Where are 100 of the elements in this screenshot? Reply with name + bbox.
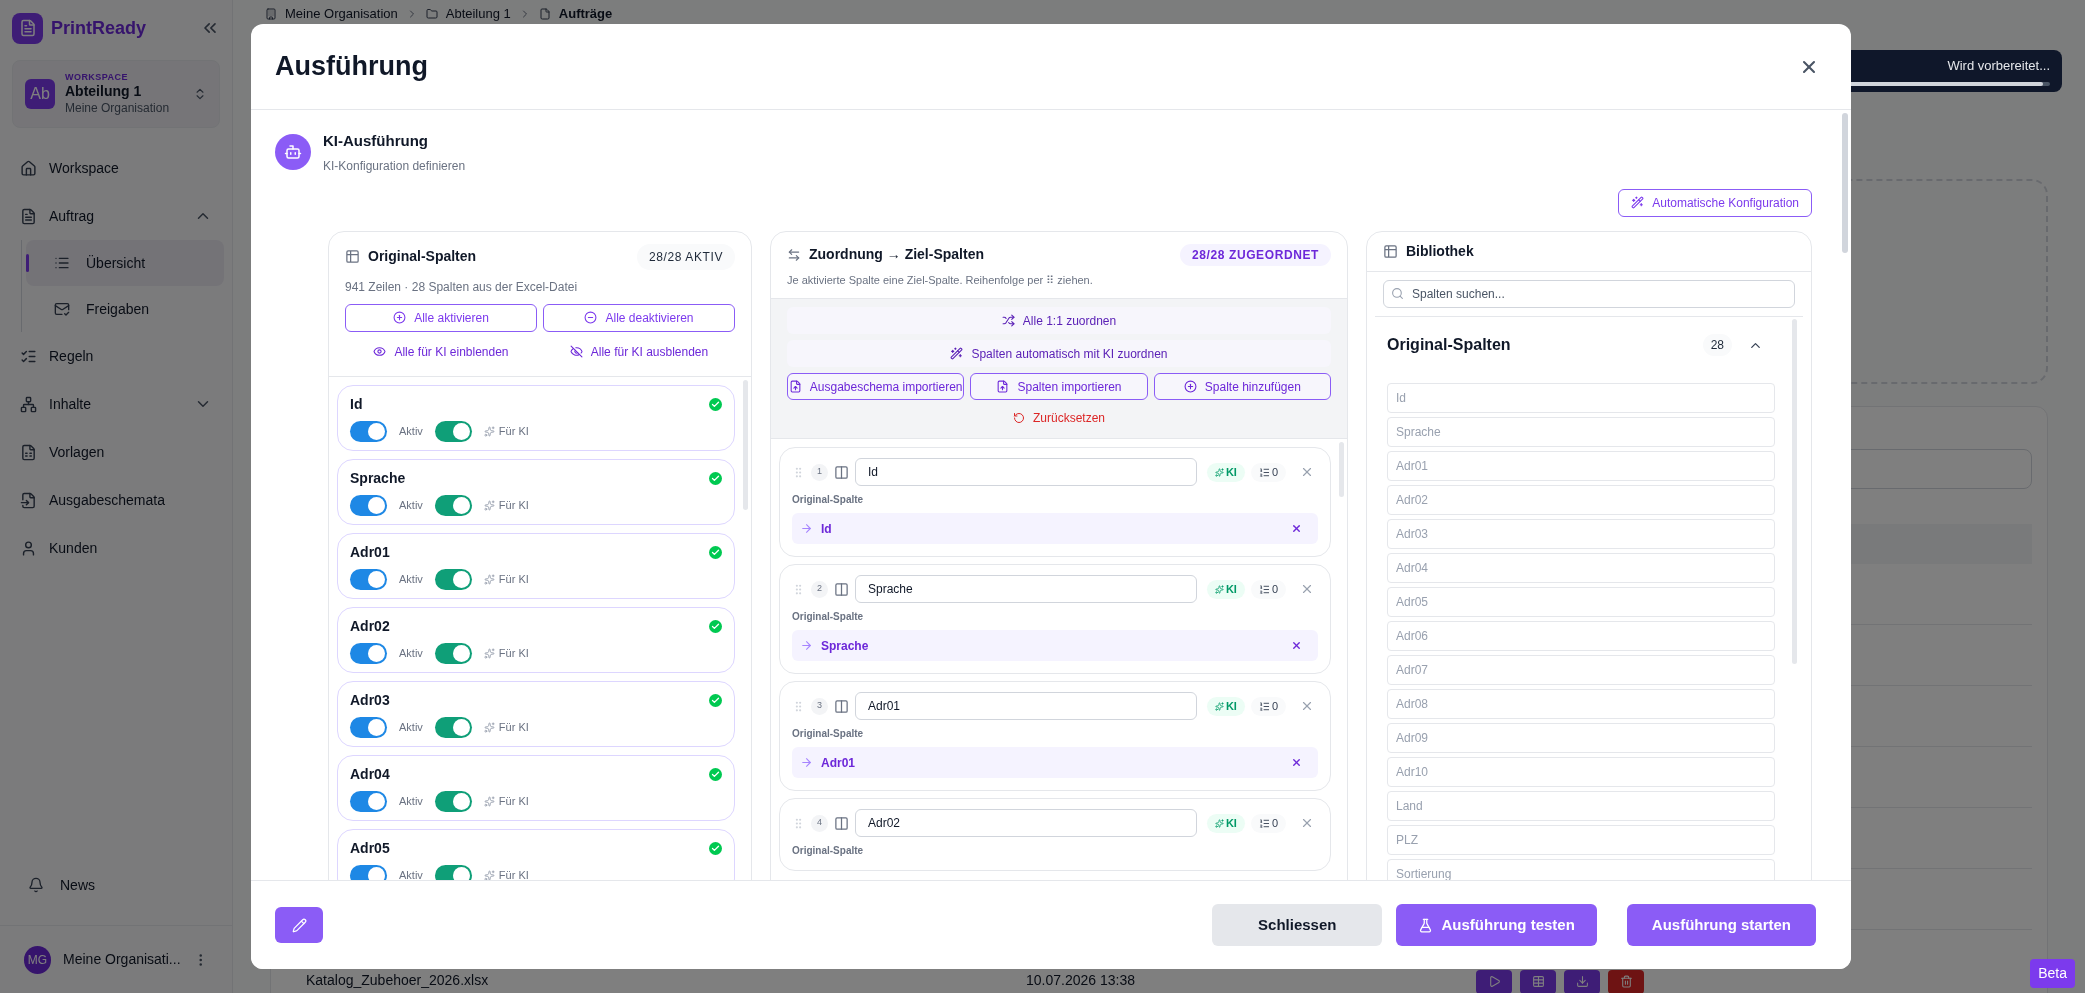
library-item[interactable]: Sprache xyxy=(1387,416,1775,447)
mapping-action-button[interactable]: Alle 1:1 zuordnen xyxy=(787,307,1331,334)
nav-item[interactable]: Ausgabeschemata xyxy=(8,476,224,524)
nav-subitem[interactable]: Übersicht xyxy=(26,240,224,286)
library-item[interactable]: Adr09 xyxy=(1387,722,1775,753)
toggle-switch[interactable] xyxy=(350,494,387,516)
rules-badge[interactable]: 0 xyxy=(1250,462,1286,482)
remove-icon[interactable] xyxy=(1291,640,1302,651)
auto-config-button[interactable]: Automatische Konfiguration xyxy=(1618,188,1812,217)
target-column-field[interactable]: Sprache xyxy=(855,575,1197,603)
scrollbar-thumb[interactable] xyxy=(1842,113,1848,253)
toggle-switch[interactable] xyxy=(434,716,472,738)
rules-badge[interactable]: 0 xyxy=(1250,579,1286,599)
delete-button[interactable] xyxy=(1608,969,1644,993)
toggle-switch[interactable] xyxy=(350,716,387,738)
import-button[interactable]: Ausgabeschema importieren xyxy=(787,373,965,400)
mapping-action-button[interactable]: Spalten automatisch mit KI zuordnen xyxy=(787,340,1331,367)
remove-icon[interactable] xyxy=(1291,757,1302,768)
workspace-switcher[interactable]: Ab WORKSPACE Abteilung 1 Meine Organisation xyxy=(12,60,220,128)
remove-icon[interactable] xyxy=(1291,523,1302,534)
library-item[interactable]: Adr05 xyxy=(1387,586,1775,617)
column-name: Adr05 xyxy=(350,838,390,858)
list-icon xyxy=(1258,583,1270,595)
trash-icon xyxy=(1619,975,1633,988)
test-button[interactable]: Ausführung testen xyxy=(1396,904,1597,946)
row-action-button[interactable] xyxy=(1520,969,1556,993)
import-button[interactable]: Spalte hinzufügen xyxy=(1153,373,1331,400)
row-action-button[interactable] xyxy=(1476,969,1512,993)
toggle-switch[interactable] xyxy=(434,494,472,516)
start-button[interactable]: Ausführung starten xyxy=(1626,904,1816,946)
nav-icon xyxy=(20,491,37,509)
breadcrumb-item[interactable]: Aufträge xyxy=(558,4,613,24)
ki-badge[interactable]: KI xyxy=(1206,579,1245,599)
ki-badge[interactable]: KI xyxy=(1206,696,1245,716)
ki-badge[interactable]: KI xyxy=(1206,462,1245,482)
scrollbar-thumb[interactable] xyxy=(1792,318,1797,664)
toggle-switch[interactable] xyxy=(350,790,387,812)
nav-subitem[interactable]: Freigaben xyxy=(26,286,224,332)
scrollbar-thumb[interactable] xyxy=(1339,442,1344,497)
toggle-switch[interactable] xyxy=(434,790,472,812)
library-item[interactable]: Adr04 xyxy=(1387,552,1775,583)
library-item[interactable]: Adr07 xyxy=(1387,654,1775,685)
list-icon xyxy=(1258,817,1270,829)
ki-badge[interactable]: KI xyxy=(1206,813,1245,833)
row-number: 1 xyxy=(811,463,828,481)
news-link[interactable]: News xyxy=(8,865,224,905)
library-item[interactable]: Adr08 xyxy=(1387,688,1775,719)
search-field[interactable]: Spalten suchen... xyxy=(1383,279,1795,308)
library-item[interactable]: Adr02 xyxy=(1387,484,1775,515)
scrollbar-thumb[interactable] xyxy=(743,379,748,510)
toggle-switch[interactable] xyxy=(434,420,472,442)
library-item[interactable]: Id xyxy=(1387,382,1775,413)
column-name: Adr04 xyxy=(350,764,390,784)
bulk-button[interactable]: Alle aktivieren xyxy=(345,303,537,332)
bulk-button[interactable]: Alle deaktivieren xyxy=(543,303,735,332)
toggle-switch[interactable] xyxy=(350,568,387,590)
column-name: Adr01 xyxy=(350,542,390,562)
toggle-switch[interactable] xyxy=(434,568,472,590)
library-item[interactable]: PLZ xyxy=(1387,824,1775,855)
reset-button[interactable]: Zurücksetzen xyxy=(787,406,1331,430)
breadcrumb-item[interactable]: Abteilung 1 xyxy=(445,4,511,24)
edit-button[interactable] xyxy=(275,907,323,943)
toggle-switch[interactable] xyxy=(434,642,472,664)
library-item[interactable]: Adr01 xyxy=(1387,450,1775,481)
breadcrumb-item[interactable]: Meine Organisation xyxy=(285,4,398,24)
import-button[interactable]: Spalten importieren xyxy=(970,373,1148,400)
target-column-field[interactable]: Id xyxy=(855,458,1197,486)
nav-icon xyxy=(20,159,37,177)
workspace-name: Abteilung 1 xyxy=(65,83,143,101)
nav-item[interactable]: Regeln xyxy=(8,332,224,380)
bulk-link[interactable]: Alle für KI ausblenden xyxy=(543,339,735,364)
nav-item[interactable]: Auftrag xyxy=(8,192,224,240)
target-column-field[interactable]: Adr01 xyxy=(855,692,1197,720)
check-icon xyxy=(709,619,722,633)
library-item[interactable]: Adr03 xyxy=(1387,518,1775,549)
nav-item[interactable]: Workspace xyxy=(8,144,224,192)
user-avatar: MG xyxy=(24,945,52,974)
library-item[interactable]: Adr06 xyxy=(1387,620,1775,651)
workspace-avatar: Ab xyxy=(25,79,55,109)
rules-badge[interactable]: 0 xyxy=(1250,813,1286,833)
toggle-label: Für KI xyxy=(498,423,529,439)
toggle-switch[interactable] xyxy=(350,642,387,664)
library-item[interactable]: Adr10 xyxy=(1387,756,1775,787)
toggle-switch[interactable] xyxy=(350,420,387,442)
arrow-icon xyxy=(800,756,813,769)
toggle-switch[interactable] xyxy=(350,864,387,880)
library-item[interactable]: Land xyxy=(1387,790,1775,821)
bulk-link[interactable]: Alle für KI einblenden xyxy=(345,339,537,364)
source-label: Original-Spalte xyxy=(792,727,865,741)
close-button[interactable]: Schliessen xyxy=(1212,904,1383,946)
nav-item[interactable]: Kunden xyxy=(8,524,224,572)
row-action-button[interactable] xyxy=(1564,969,1600,993)
rules-badge[interactable]: 0 xyxy=(1250,696,1286,716)
target-column-field[interactable]: Adr02 xyxy=(855,809,1197,837)
toggle-label: Für KI xyxy=(498,571,529,587)
nav-item[interactable]: Vorlagen xyxy=(8,428,224,476)
section-subtitle: KI-Konfiguration definieren xyxy=(323,157,466,175)
nav-item[interactable]: Inhalte xyxy=(8,380,224,428)
toggle-switch[interactable] xyxy=(434,864,472,880)
eye-off-icon xyxy=(569,345,583,358)
